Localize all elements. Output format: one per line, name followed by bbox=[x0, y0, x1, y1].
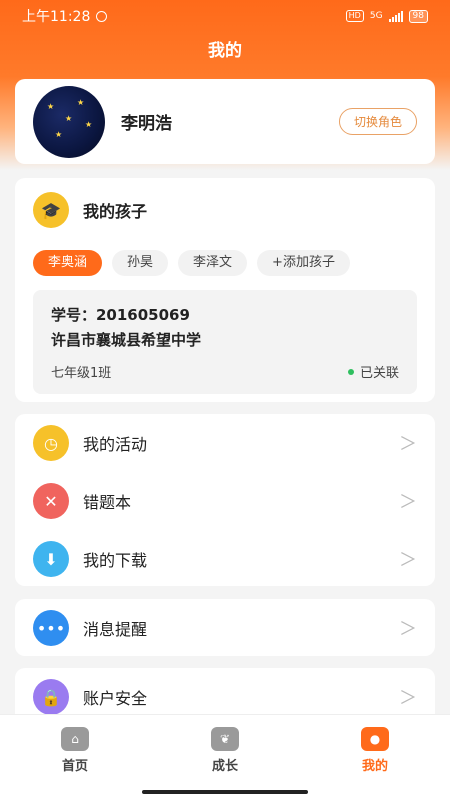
menu-item-wrong-questions[interactable]: ✕ 错题本 ＞ bbox=[33, 472, 417, 530]
child-tab-2[interactable]: 孙昊 bbox=[112, 250, 169, 276]
chevron-right-icon: ＞ bbox=[399, 492, 417, 513]
clock-icon: ◷ bbox=[33, 425, 69, 461]
child-tab-1[interactable]: 李奥涵 bbox=[33, 250, 103, 276]
status-time: 上午11:28 bbox=[22, 9, 91, 25]
notebook-icon: ✕ bbox=[33, 483, 69, 519]
message-icon: ••• bbox=[33, 610, 69, 646]
tab-mine-label: 我的 bbox=[361, 759, 388, 774]
link-status-label: 已关联 bbox=[359, 366, 399, 381]
avatar[interactable]: ★ ★ ★ ★ ★ bbox=[33, 85, 105, 158]
school-name: 许昌市襄城县希望中学 bbox=[51, 331, 202, 349]
children-section-title: 我的孩子 bbox=[83, 202, 148, 221]
graduation-cap-icon: 🎓 bbox=[33, 192, 69, 228]
home-icon: ⌂ bbox=[61, 727, 89, 751]
children-card: 🎓 我的孩子 李奥涵 孙昊 李泽文 +添加孩子 学号：201605069 许昌市… bbox=[15, 178, 435, 402]
tab-home-label: 首页 bbox=[61, 759, 88, 774]
child-tab-3[interactable]: 李泽文 bbox=[178, 250, 248, 276]
menu-item-activities-label: 我的活动 bbox=[83, 435, 148, 454]
alarm-icon bbox=[96, 10, 108, 22]
page-title: 我的 bbox=[208, 41, 242, 61]
profile-card: ★ ★ ★ ★ ★ 李明浩 切换角色 bbox=[15, 79, 435, 164]
chevron-right-icon: ＞ bbox=[399, 434, 417, 455]
leaf-icon: ❦ bbox=[211, 727, 239, 751]
switch-role-button[interactable]: 切换角色 bbox=[338, 108, 417, 135]
tab-home[interactable]: ⌂ 首页 bbox=[35, 727, 115, 800]
menu-item-notifications-label: 消息提醒 bbox=[83, 620, 148, 639]
menu-group-2: ••• 消息提醒 ＞ bbox=[15, 599, 435, 656]
chevron-right-icon: ＞ bbox=[399, 550, 417, 571]
add-child-button[interactable]: +添加孩子 bbox=[257, 250, 350, 276]
download-icon: ⬇ bbox=[33, 541, 69, 577]
child-info-panel: 学号：201605069 许昌市襄城县希望中学 七年级1班 已关联 bbox=[33, 290, 417, 394]
bottom-tab-bar: ⌂ 首页 ❦ 成长 ● 我的 bbox=[0, 714, 450, 800]
menu-item-downloads-label: 我的下载 bbox=[83, 551, 148, 570]
class-name: 七年级1班 bbox=[51, 366, 112, 381]
student-id: 学号：201605069 bbox=[51, 306, 190, 324]
chevron-right-icon: ＞ bbox=[399, 619, 417, 640]
user-name: 李明浩 bbox=[121, 114, 172, 134]
tab-growth-label: 成长 bbox=[211, 759, 238, 774]
user-icon: ● bbox=[361, 727, 389, 751]
link-status: 已关联 bbox=[347, 362, 399, 381]
tab-mine[interactable]: ● 我的 bbox=[335, 727, 415, 800]
lock-icon: 🔒 bbox=[33, 679, 69, 715]
menu-group-1: ◷ 我的活动 ＞ ✕ 错题本 ＞ ⬇ 我的下载 ＞ bbox=[15, 414, 435, 586]
menu-item-notifications[interactable]: ••• 消息提醒 ＞ bbox=[33, 599, 417, 657]
network-type: 5G bbox=[369, 11, 383, 21]
menu-item-account-security-label: 账户安全 bbox=[83, 689, 148, 708]
chevron-right-icon: ＞ bbox=[399, 688, 417, 709]
home-indicator bbox=[142, 790, 308, 794]
status-bar: 上午11:28 HD 5G 98 bbox=[0, 0, 450, 32]
status-dot-icon bbox=[347, 368, 354, 375]
child-tabs: 李奥涵 孙昊 李泽文 +添加孩子 bbox=[33, 250, 417, 276]
menu-item-activities[interactable]: ◷ 我的活动 ＞ bbox=[33, 414, 417, 472]
signal-icon bbox=[388, 10, 403, 22]
menu-item-wrong-questions-label: 错题本 bbox=[83, 493, 132, 512]
menu-item-downloads[interactable]: ⬇ 我的下载 ＞ bbox=[33, 530, 417, 588]
battery-icon: 98 bbox=[408, 9, 428, 23]
hd-badge: HD bbox=[345, 10, 364, 22]
